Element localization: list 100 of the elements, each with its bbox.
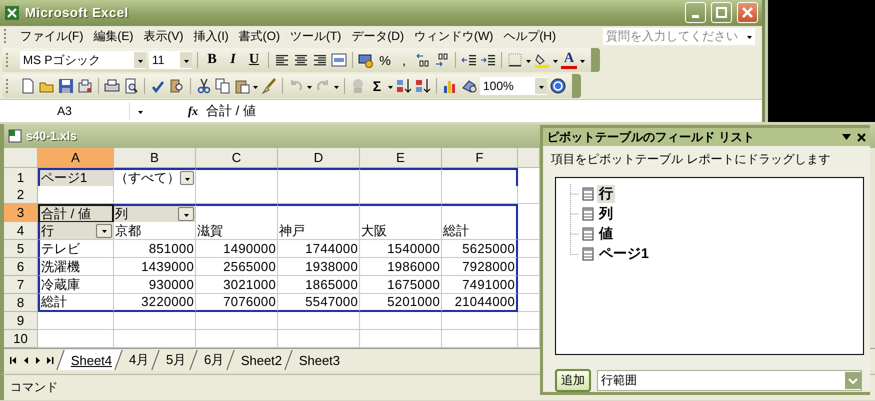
column-header[interactable]: A	[38, 148, 114, 168]
formula-field[interactable]: 合計 / 値	[206, 102, 256, 120]
column-header[interactable]: B	[114, 148, 196, 168]
caret-icon[interactable]	[538, 84, 544, 89]
caret-icon[interactable]	[138, 108, 143, 114]
bold-button[interactable]: B	[203, 52, 221, 68]
font-name-field[interactable]: MS Pゴシック	[20, 51, 146, 70]
row-header[interactable]: 1	[4, 168, 38, 188]
sheet-tab[interactable]: Sheet4	[56, 350, 122, 370]
row-header[interactable]: 3	[4, 204, 38, 223]
underline-button[interactable]: U	[245, 52, 263, 68]
field-item[interactable]: ページ1	[597, 245, 651, 264]
maximize-button[interactable]	[711, 2, 732, 24]
column-header[interactable]: E	[360, 148, 442, 168]
column-header[interactable]: C	[196, 148, 278, 168]
chart-icon[interactable]	[442, 78, 458, 94]
cell-dropdown-button[interactable]	[180, 171, 194, 185]
autosum-button[interactable]: Σ	[369, 78, 385, 94]
outdent-icon[interactable]	[461, 52, 477, 68]
caret-icon[interactable]	[580, 58, 585, 63]
menu-item[interactable]: ツール(T)	[284, 26, 346, 47]
toolbar-grip[interactable]	[4, 29, 9, 44]
sheet-tab[interactable]: Sheet2	[226, 350, 292, 370]
brush-icon[interactable]	[261, 78, 277, 94]
name-box[interactable]: A3	[0, 102, 130, 120]
add-button[interactable]: 追加	[555, 369, 591, 392]
align-center-icon[interactable]	[293, 52, 309, 68]
minimize-button[interactable]	[685, 2, 706, 24]
caret-icon[interactable]	[526, 58, 531, 63]
menu-item[interactable]: 書式(O)	[234, 26, 285, 47]
help-search-field[interactable]: 質問を入力してください	[603, 28, 755, 45]
borders-icon[interactable]	[507, 52, 523, 68]
area-dropdown[interactable]: 行範囲	[597, 370, 862, 391]
chevron-icon[interactable]	[848, 376, 858, 384]
save-icon[interactable]	[58, 78, 74, 94]
caret-icon[interactable]	[334, 84, 339, 89]
menu-item[interactable]: ファイル(F)	[15, 26, 88, 47]
italic-button[interactable]: I	[224, 52, 242, 68]
column-header[interactable]: F	[442, 148, 518, 168]
toolbar-grip[interactable]	[6, 53, 11, 68]
field-item[interactable]: 値	[597, 225, 615, 244]
scissors-icon[interactable]	[196, 78, 212, 94]
menu-item[interactable]: 編集(E)	[88, 26, 138, 47]
comma-button[interactable]: ,	[396, 52, 412, 68]
menu-item[interactable]: ヘルプ(H)	[498, 26, 561, 47]
percent-button[interactable]: %	[377, 52, 393, 68]
caret-icon[interactable]	[388, 84, 393, 89]
menu-item[interactable]: 表示(V)	[138, 26, 188, 47]
row-header[interactable]: 8	[4, 294, 38, 312]
caret-icon[interactable]	[138, 58, 142, 63]
row-header[interactable]: 6	[4, 258, 38, 276]
caret-icon[interactable]	[184, 58, 188, 63]
function-button[interactable]: fx	[188, 104, 198, 119]
menu-item[interactable]: データ(D)	[346, 26, 409, 47]
row-header[interactable]: 4	[4, 222, 38, 240]
indent-icon[interactable]	[480, 52, 496, 68]
decrease-decimal-icon[interactable]	[434, 52, 450, 68]
print-preview-icon[interactable]	[123, 78, 139, 94]
column-header[interactable]: D	[278, 148, 360, 168]
print-icon[interactable]	[104, 78, 120, 94]
row-header[interactable]: 10	[4, 330, 38, 348]
last-sheet-icon[interactable]	[47, 356, 54, 364]
close-icon[interactable]	[857, 132, 866, 142]
caret-icon[interactable]	[842, 133, 851, 142]
caret-icon[interactable]	[307, 84, 312, 89]
copy-icon[interactable]	[215, 78, 231, 94]
merge-center-icon[interactable]	[331, 52, 347, 68]
row-header[interactable]: 2	[4, 186, 38, 204]
previous-sheet-icon[interactable]	[23, 356, 29, 364]
paste-icon[interactable]	[234, 78, 250, 94]
currency-icon[interactable]	[358, 52, 374, 68]
row-header[interactable]: 9	[4, 312, 38, 330]
menu-item[interactable]: ウィンドウ(W)	[408, 26, 498, 47]
sheet-tab[interactable]: 4月	[114, 350, 160, 370]
first-sheet-icon[interactable]	[10, 356, 17, 364]
increase-decimal-icon[interactable]	[415, 52, 431, 68]
sort-ascending-icon[interactable]	[396, 78, 412, 94]
row-header[interactable]: 5	[4, 240, 38, 258]
sheet-tab[interactable]: 6月	[189, 350, 234, 370]
maximize-icon[interactable]	[716, 7, 727, 18]
sheet-tab[interactable]: Sheet3	[284, 350, 350, 370]
field-item[interactable]: 列	[597, 205, 615, 224]
help-icon[interactable]	[550, 78, 566, 94]
caret-icon[interactable]	[184, 176, 190, 180]
align-right-icon[interactable]	[312, 52, 328, 68]
close-button[interactable]	[737, 2, 758, 24]
align-left-icon[interactable]	[274, 52, 290, 68]
sort-descending-icon[interactable]	[415, 78, 431, 94]
caret-icon[interactable]	[253, 84, 258, 89]
fill-color-icon[interactable]	[534, 52, 550, 68]
caret-icon[interactable]	[553, 58, 558, 63]
zoom-field[interactable]: 100%	[480, 77, 547, 96]
new-document-icon[interactable]	[20, 78, 36, 94]
field-item[interactable]: 行	[597, 185, 615, 204]
font-color-button[interactable]: A	[561, 52, 577, 69]
font-size-field[interactable]: 11	[149, 51, 192, 70]
menu-item[interactable]: 挿入(I)	[188, 26, 234, 47]
sheet-tab[interactable]: 5月	[152, 350, 196, 370]
toolbar-grip[interactable]	[6, 79, 11, 94]
next-sheet-icon[interactable]	[35, 356, 41, 364]
